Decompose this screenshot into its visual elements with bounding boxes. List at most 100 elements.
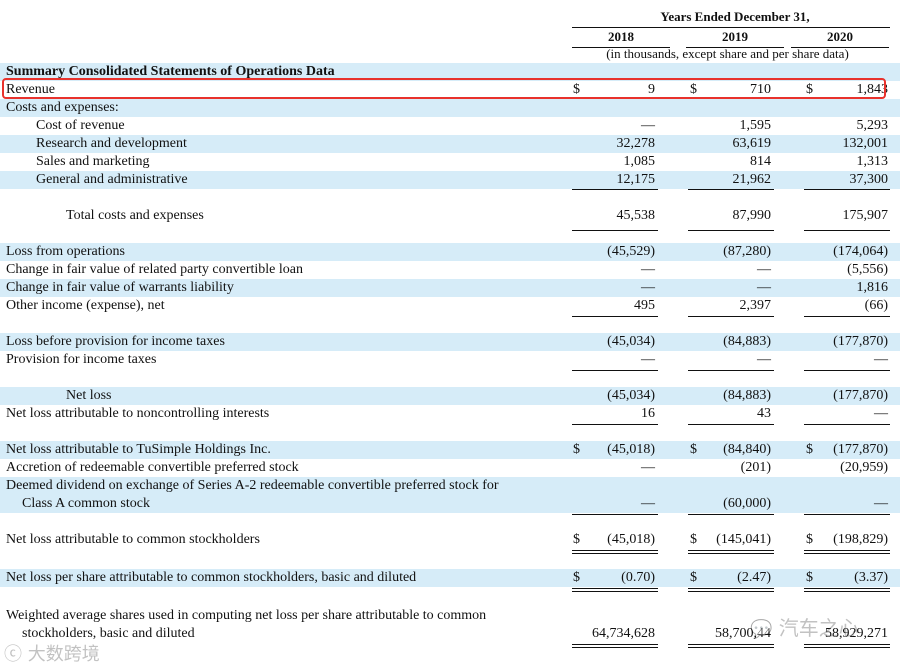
table-row: Other income (expense), net 495 2,397 (6… [0, 297, 900, 315]
value-2018: (45,018) [607, 532, 655, 547]
table-row: Costs and expenses: [0, 99, 900, 117]
total-double-rule [688, 550, 774, 554]
table-row: Deemed dividend on exchange of Series A-… [0, 477, 900, 495]
table-row: Sales and marketing 1,085 814 1,313 [0, 153, 900, 171]
revenue-highlight-box [2, 78, 886, 99]
subtotal-rule [688, 316, 774, 317]
subtotal-rule [688, 424, 774, 425]
table-row: Cost of revenue — 1,595 5,293 [0, 117, 900, 135]
subtotal-rule [572, 514, 658, 515]
value-2018: — [641, 118, 655, 133]
value-2020: — [874, 352, 888, 367]
value-2018: 16 [641, 406, 655, 421]
subtotal-rule [688, 514, 774, 515]
value-2018: 32,278 [616, 136, 656, 151]
value-2019: — [757, 352, 771, 367]
value-2018: 495 [634, 298, 655, 313]
value-2018: — [641, 262, 655, 277]
value-2019: 43 [757, 406, 771, 421]
table-row: Total costs and expenses 45,538 87,990 1… [0, 207, 900, 225]
value-2019: (84,840) [723, 442, 771, 457]
row-label: Net loss attributable to TuSimple Holdin… [6, 442, 271, 457]
value-2018: — [641, 352, 655, 367]
value-2019: 1,595 [739, 118, 772, 133]
value-2020: — [874, 406, 888, 421]
value-2020: 1,313 [856, 154, 889, 169]
watermark-text: 大数跨境 [27, 644, 100, 665]
header-rule [572, 27, 890, 28]
row-label: Loss from operations [6, 244, 125, 259]
value-2018: (45,034) [607, 388, 655, 403]
row-label: Deemed dividend on exchange of Series A-… [6, 478, 499, 493]
table-row: Net loss per share attributable to commo… [0, 569, 900, 587]
value-2019: — [757, 262, 771, 277]
value-2020: (198,829) [833, 532, 888, 547]
subtotal-rule [804, 189, 890, 190]
value-2020: (66) [864, 298, 888, 313]
row-label: Cost of revenue [36, 118, 125, 133]
value-2020: (177,870) [833, 334, 888, 349]
row-label: General and administrative [36, 172, 188, 187]
value-2018: (45,018) [607, 442, 655, 457]
value-2019: 2,397 [739, 298, 772, 313]
header-note: (in thousands, except share and per shar… [606, 46, 849, 61]
value-2020: — [874, 496, 888, 511]
value-2020: (174,064) [833, 244, 888, 259]
value-2020: 5,293 [856, 118, 889, 133]
subtotal-rule [688, 230, 774, 231]
total-double-rule [804, 588, 890, 592]
row-label: Class A common stock [22, 496, 150, 511]
value-2019: 63,619 [732, 136, 772, 151]
value-2020: 37,300 [849, 172, 889, 187]
value-2019: 87,990 [732, 208, 772, 223]
table-row: Loss before provision for income taxes (… [0, 333, 900, 351]
value-2018: (45,034) [607, 334, 655, 349]
subtotal-rule [572, 370, 658, 371]
row-label: Research and development [36, 136, 187, 151]
table-row: Provision for income taxes — — — [0, 351, 900, 369]
value-2019: (60,000) [723, 496, 771, 511]
row-label: Net loss per share attributable to commo… [6, 570, 417, 585]
value-2018: (45,529) [607, 244, 655, 259]
value-2020: (177,870) [833, 388, 888, 403]
watermark-right: 💬 汽车之心 [750, 612, 859, 641]
value-2018: (0.70) [621, 570, 655, 585]
table-row: Accretion of redeemable convertible pref… [0, 459, 900, 477]
value-2019: (145,041) [716, 532, 771, 547]
row-label: Provision for income taxes [6, 352, 157, 367]
row-label: Accretion of redeemable convertible pref… [6, 460, 299, 475]
subtotal-rule [572, 230, 658, 231]
subtotal-rule [572, 189, 658, 190]
value-2019: 814 [750, 154, 771, 169]
row-label: Net loss [66, 388, 112, 403]
table-row: Net loss attributable to common stockhol… [0, 531, 900, 549]
value-2018: 45,538 [616, 208, 656, 223]
row-label: Net loss attributable to common stockhol… [6, 532, 260, 547]
value-2018: — [641, 280, 655, 295]
table-row: Research and development 32,278 63,619 1… [0, 135, 900, 153]
row-label: Other income (expense), net [6, 298, 165, 313]
table-row: Change in fair value of warrants liabili… [0, 279, 900, 297]
row-label: Total costs and expenses [66, 208, 204, 223]
subtotal-rule [804, 230, 890, 231]
row-label: Change in fair value of warrants liabili… [6, 280, 234, 295]
value-2020: (3.37) [854, 570, 888, 585]
watermark-left: ⓒ 大数跨境 [4, 640, 100, 666]
subtotal-rule [804, 424, 890, 425]
value-2018: 64,734,628 [592, 626, 655, 641]
total-double-rule [804, 550, 890, 554]
total-double-rule [804, 644, 890, 648]
subtotal-rule [688, 189, 774, 190]
row-label: Loss before provision for income taxes [6, 334, 225, 349]
row-label: Sales and marketing [36, 154, 150, 169]
row-label: Weighted average shares used in computin… [6, 608, 487, 623]
table-row: Change in fair value of related party co… [0, 261, 900, 279]
chat-bubble-icon: 💬 [750, 619, 773, 640]
value-2018: 1,085 [623, 154, 656, 169]
value-2019: — [757, 280, 771, 295]
subtotal-rule [804, 514, 890, 515]
table-row: Class A common stock — (60,000) — [0, 495, 900, 513]
table-row: General and administrative 12,175 21,962… [0, 171, 900, 189]
value-2019: (201) [740, 460, 771, 475]
subtotal-rule [572, 424, 658, 425]
